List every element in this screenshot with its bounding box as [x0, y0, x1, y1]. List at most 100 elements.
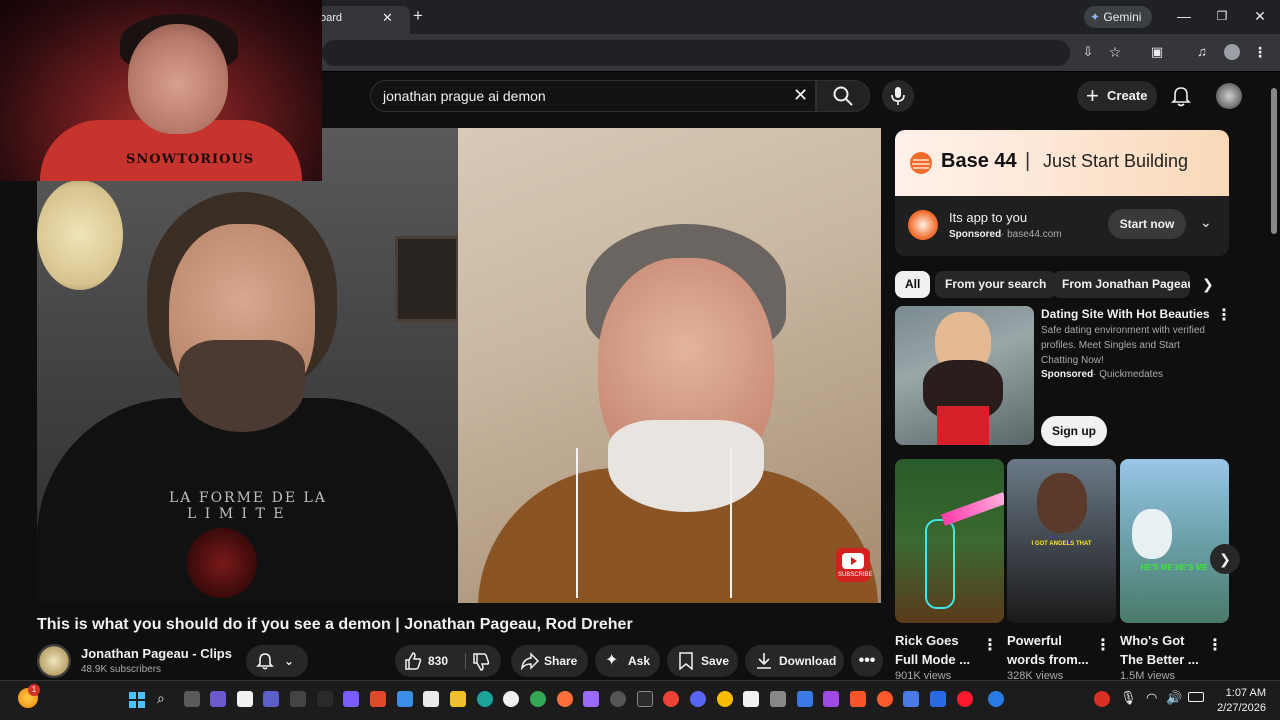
taskbar-app-icon-16[interactable]: [903, 691, 919, 707]
url-input[interactable]: [322, 40, 1070, 66]
profile-avatar[interactable]: [1224, 44, 1240, 60]
taskbar-app-icon-7[interactable]: [397, 691, 413, 707]
chrome-icon-active[interactable]: [717, 691, 733, 707]
short-menu-icon-1[interactable]: ⋮: [982, 637, 998, 655]
tab-close-icon[interactable]: ✕: [382, 10, 393, 26]
notification-subscribe-button[interactable]: ⌄: [246, 645, 308, 677]
taskbar-app-icon-17[interactable]: [930, 691, 946, 707]
taskbar-app-icon-2[interactable]: [237, 691, 253, 707]
share-button[interactable]: Share: [511, 645, 588, 677]
ad-expand-chevron-icon[interactable]: ⌄: [1200, 214, 1212, 231]
taskbar-app-icon-10[interactable]: [610, 691, 626, 707]
chip-from-channel[interactable]: From Jonathan Pageau: [1052, 271, 1190, 298]
taskbar-app-icon-5[interactable]: [343, 691, 359, 707]
search-button[interactable]: [816, 80, 870, 112]
ad-headline[interactable]: Its app to you: [949, 210, 1027, 225]
download-button[interactable]: Download: [745, 645, 844, 677]
short-thumbnail-2[interactable]: I GOT ANGELS THAT: [1007, 459, 1116, 623]
taskbar-app-icon-4[interactable]: [317, 691, 333, 707]
ad-advertiser-logo[interactable]: [908, 210, 938, 240]
gemini-button[interactable]: ✦ Gemini: [1084, 6, 1152, 28]
save-button[interactable]: Save: [667, 645, 738, 677]
sponsored-card-thumbnail[interactable]: [895, 306, 1034, 445]
like-button[interactable]: 830: [395, 645, 463, 677]
wifi-icon[interactable]: ◠: [1146, 690, 1157, 706]
tray-app-icon[interactable]: [1094, 691, 1110, 707]
taskbar-app-icon-15[interactable]: [877, 691, 893, 707]
ad-start-now-button[interactable]: Start now: [1108, 209, 1186, 239]
channel-name[interactable]: Jonathan Pageau - Clips: [81, 646, 232, 661]
cast-icon[interactable]: ▣: [1147, 42, 1167, 62]
chip-all[interactable]: All: [895, 271, 931, 298]
channel-avatar[interactable]: [37, 644, 71, 678]
subscribe-watermark[interactable]: SUBSCRIBE: [836, 548, 873, 582]
chips-next-chevron-icon[interactable]: ❯: [1202, 276, 1214, 293]
scrollbar-thumb[interactable]: [1271, 88, 1277, 234]
maximize-icon[interactable]: ❐: [1212, 6, 1232, 26]
file-explorer-icon[interactable]: [450, 691, 466, 707]
edge-icon[interactable]: [477, 691, 493, 707]
taskbar-app-icon-18[interactable]: [988, 691, 1004, 707]
chrome-icon-1[interactable]: [530, 691, 546, 707]
taskbar-app-icon-3[interactable]: [290, 691, 306, 707]
browser-tab[interactable]: oard ✕: [310, 6, 410, 34]
ad-banner[interactable]: Base 44 | Just Start Building: [895, 130, 1229, 196]
thumbs-down-icon[interactable]: [471, 652, 491, 672]
opera-icon[interactable]: [957, 691, 973, 707]
search-input[interactable]: jonathan prague ai demon ✕: [370, 80, 816, 112]
short-thumbnail-3[interactable]: HE'S ME HE'S ME: [1120, 459, 1229, 623]
widgets-weather-icon[interactable]: 1: [18, 684, 40, 708]
taskbar-app-icon-14[interactable]: [823, 691, 839, 707]
notifications-bell-icon[interactable]: [1171, 86, 1191, 108]
bookmark-star-icon[interactable]: ☆: [1105, 42, 1125, 62]
video-player[interactable]: LA FORME DE LA L I M I T E SUBSCRIBE: [37, 128, 881, 603]
media-control-icon[interactable]: ♫: [1192, 42, 1212, 62]
short-title-1[interactable]: Rick Goes Full Mode ...: [895, 631, 985, 669]
ask-button[interactable]: ✦ Ask: [595, 645, 660, 677]
battery-icon[interactable]: [1188, 692, 1204, 702]
taskbar-app-icon-1[interactable]: [210, 691, 226, 707]
taskbar-app-icon-6[interactable]: [370, 691, 386, 707]
windows-start-icon[interactable]: [129, 692, 145, 708]
short-title-3[interactable]: Who's Got The Better ...: [1120, 631, 1210, 669]
sponsored-card-menu-icon[interactable]: ⋮: [1216, 307, 1232, 325]
chip-from-your-search[interactable]: From your search: [935, 271, 1057, 298]
window-close-icon[interactable]: ✕: [1250, 6, 1270, 26]
more-actions-button[interactable]: •••: [851, 645, 883, 677]
short-title-2[interactable]: Powerful words from...: [1007, 631, 1097, 669]
voice-search-button[interactable]: [882, 80, 914, 112]
like-dislike-group: 830: [395, 645, 501, 677]
sponsored-card-title[interactable]: Dating Site With Hot Beauties: [1041, 307, 1213, 321]
discord-icon[interactable]: [690, 691, 706, 707]
page-scrollbar[interactable]: [1268, 72, 1280, 680]
sign-up-button[interactable]: Sign up: [1041, 416, 1107, 446]
short-thumbnail-1[interactable]: [895, 459, 1004, 623]
taskbar-app-icon-12[interactable]: [770, 691, 786, 707]
chrome-icon-2[interactable]: [663, 691, 679, 707]
short-menu-icon-2[interactable]: ⋮: [1095, 637, 1111, 655]
new-tab-icon[interactable]: +: [408, 6, 428, 26]
minimize-icon[interactable]: —: [1174, 6, 1194, 26]
teams-icon[interactable]: [263, 691, 279, 707]
taskbar-search-icon[interactable]: ⌕: [157, 690, 165, 707]
taskbar-app-icon-11[interactable]: [743, 691, 759, 707]
firefox-icon[interactable]: [557, 691, 573, 707]
taskbar-app-icon-9[interactable]: [583, 691, 599, 707]
chatgpt-icon[interactable]: [503, 691, 519, 707]
install-app-icon[interactable]: ⇩: [1078, 42, 1098, 62]
short-menu-icon-3[interactable]: ⋮: [1207, 637, 1223, 655]
shorts-next-chevron-icon[interactable]: ❯: [1210, 544, 1240, 574]
task-view-icon[interactable]: [184, 691, 200, 707]
thumbs-up-icon: [405, 652, 422, 670]
browser-menu-icon[interactable]: ⋮: [1252, 42, 1268, 62]
volume-icon[interactable]: 🔊: [1166, 690, 1182, 706]
clear-search-icon[interactable]: ✕: [793, 85, 808, 106]
brave-icon[interactable]: [850, 691, 866, 707]
taskbar-app-icon-8[interactable]: [423, 691, 439, 707]
tray-microphone-icon[interactable]: 🎙: [1120, 690, 1137, 706]
create-button[interactable]: + Create: [1077, 81, 1157, 111]
taskbar-clock[interactable]: 1:07 AM 2/27/2026: [1210, 686, 1266, 716]
account-avatar[interactable]: [1216, 83, 1242, 109]
taskbar-app-icon-13[interactable]: [797, 691, 813, 707]
terminal-icon[interactable]: [637, 691, 653, 707]
